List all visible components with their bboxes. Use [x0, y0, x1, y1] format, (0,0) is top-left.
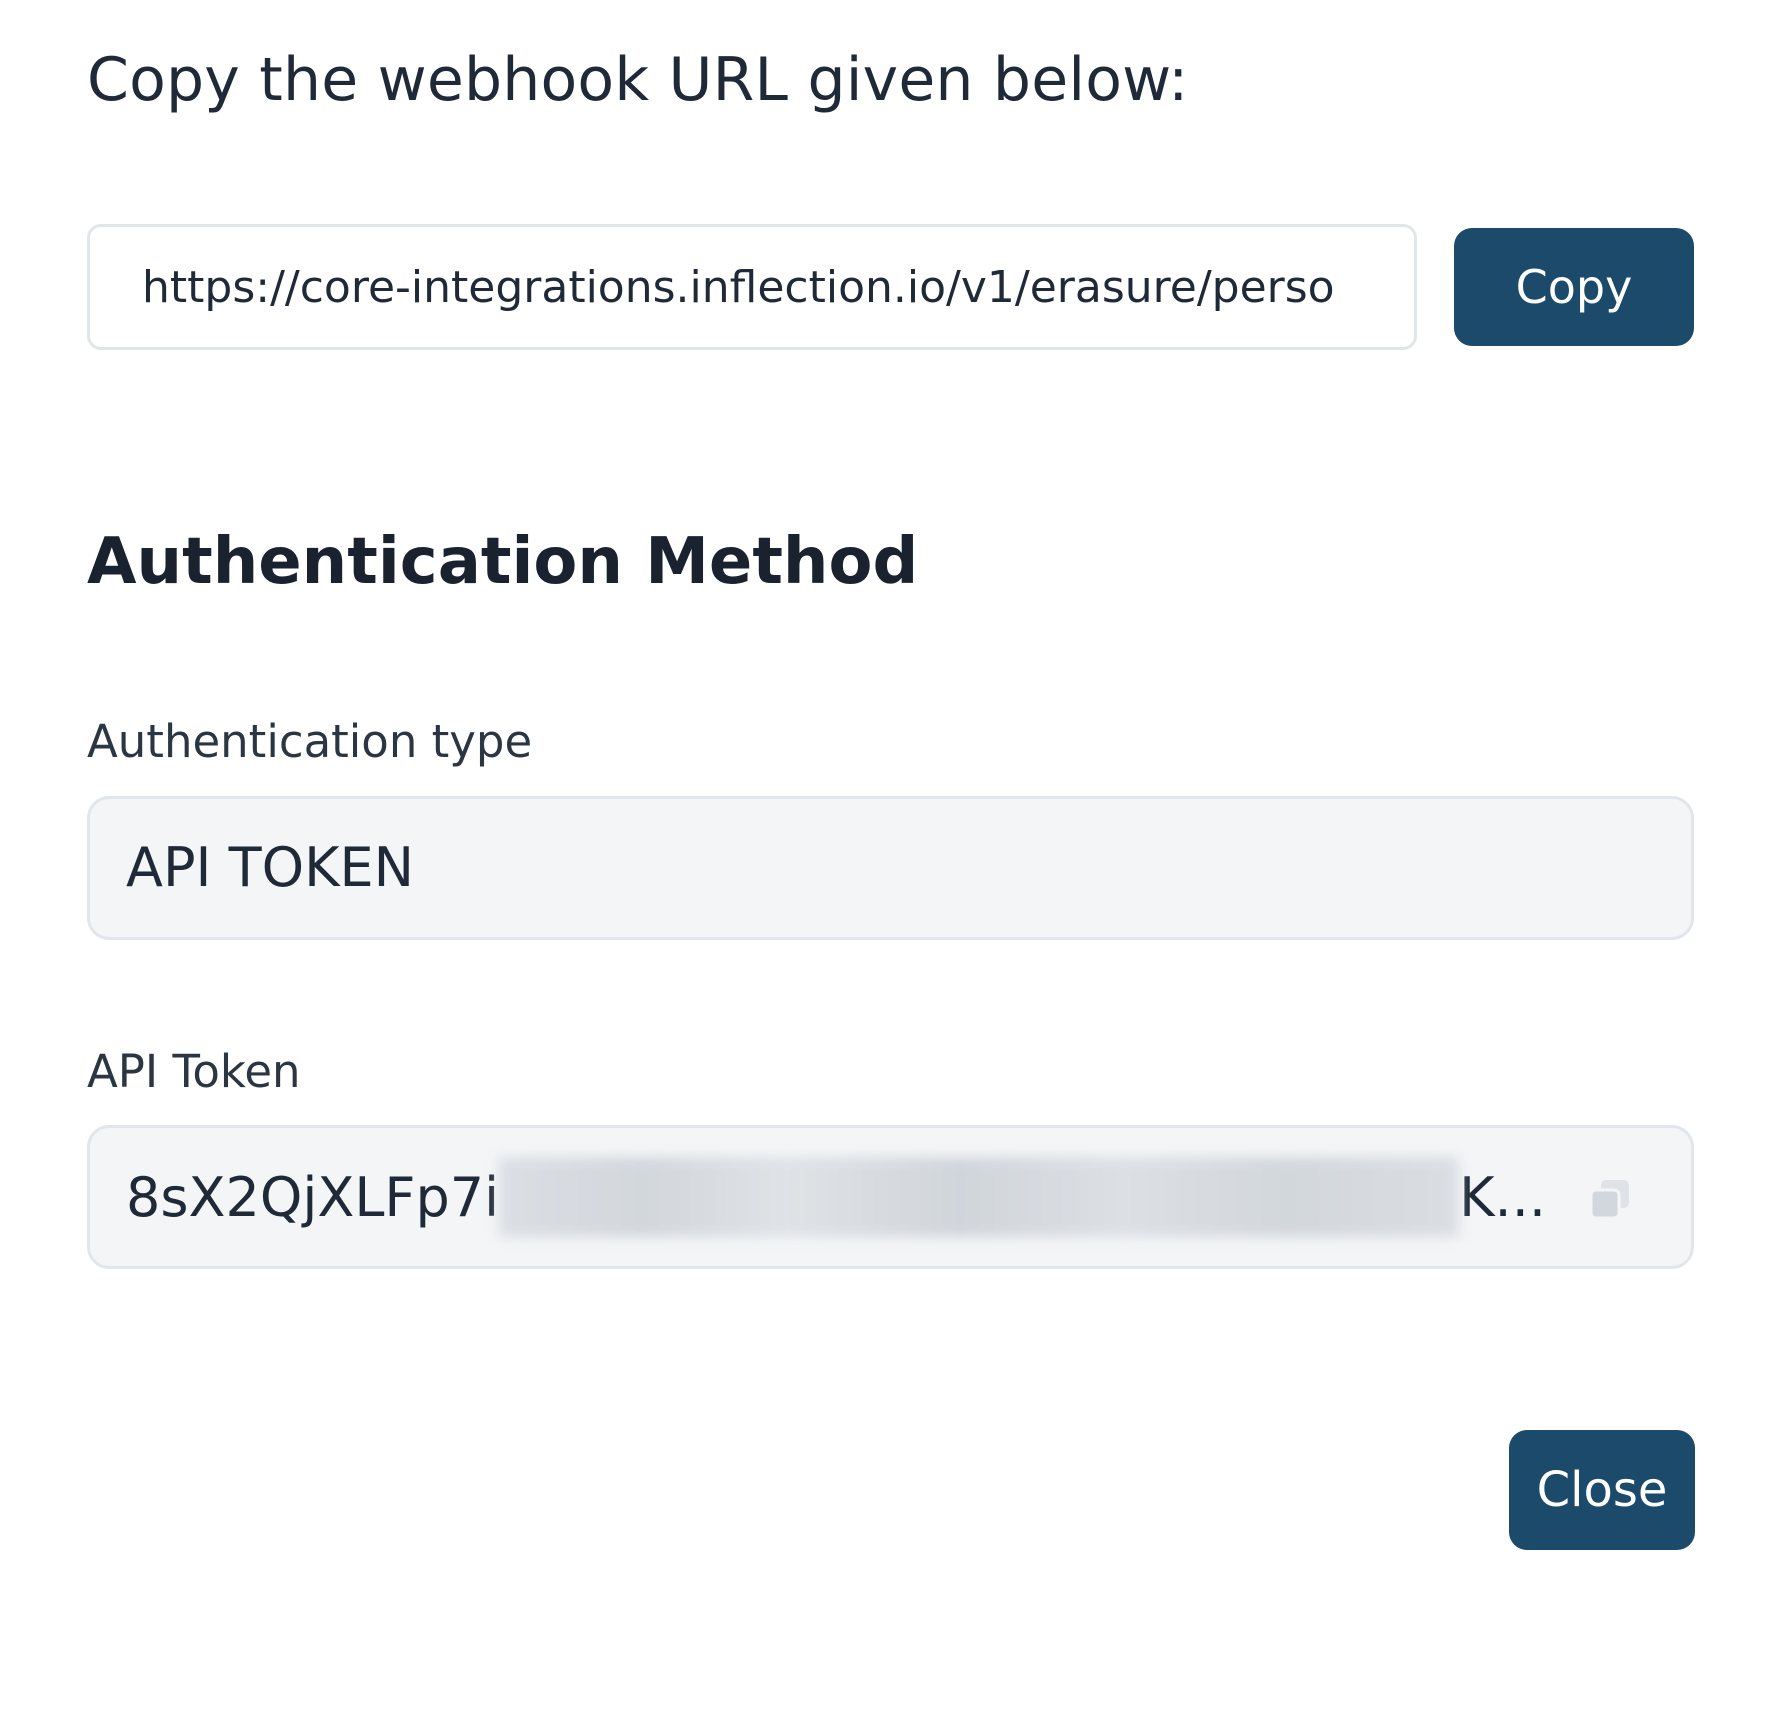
- close-button[interactable]: Close: [1509, 1430, 1695, 1550]
- api-token-redacted: [499, 1157, 1460, 1237]
- api-token-label: API Token: [87, 1045, 301, 1098]
- copy-url-button[interactable]: Copy: [1454, 228, 1694, 346]
- auth-type-label: Authentication type: [87, 715, 533, 768]
- webhook-dialog: Copy the webhook URL given below: Copy A…: [0, 0, 1782, 1718]
- webhook-instruction: Copy the webhook URL given below:: [87, 45, 1189, 115]
- auth-type-value: API TOKEN: [126, 836, 415, 899]
- api-token-prefix: 8sX2QjXLFp7i: [126, 1165, 500, 1229]
- webhook-url-input[interactable]: [87, 224, 1417, 350]
- copy-icon[interactable]: [1589, 1178, 1631, 1220]
- api-token-suffix: K...: [1459, 1165, 1547, 1229]
- auth-type-field[interactable]: API TOKEN: [87, 796, 1694, 940]
- auth-method-heading: Authentication Method: [87, 525, 919, 599]
- api-token-value: 8sX2QjXLFp7i K...: [126, 1128, 1546, 1266]
- api-token-field[interactable]: 8sX2QjXLFp7i K...: [87, 1125, 1694, 1269]
